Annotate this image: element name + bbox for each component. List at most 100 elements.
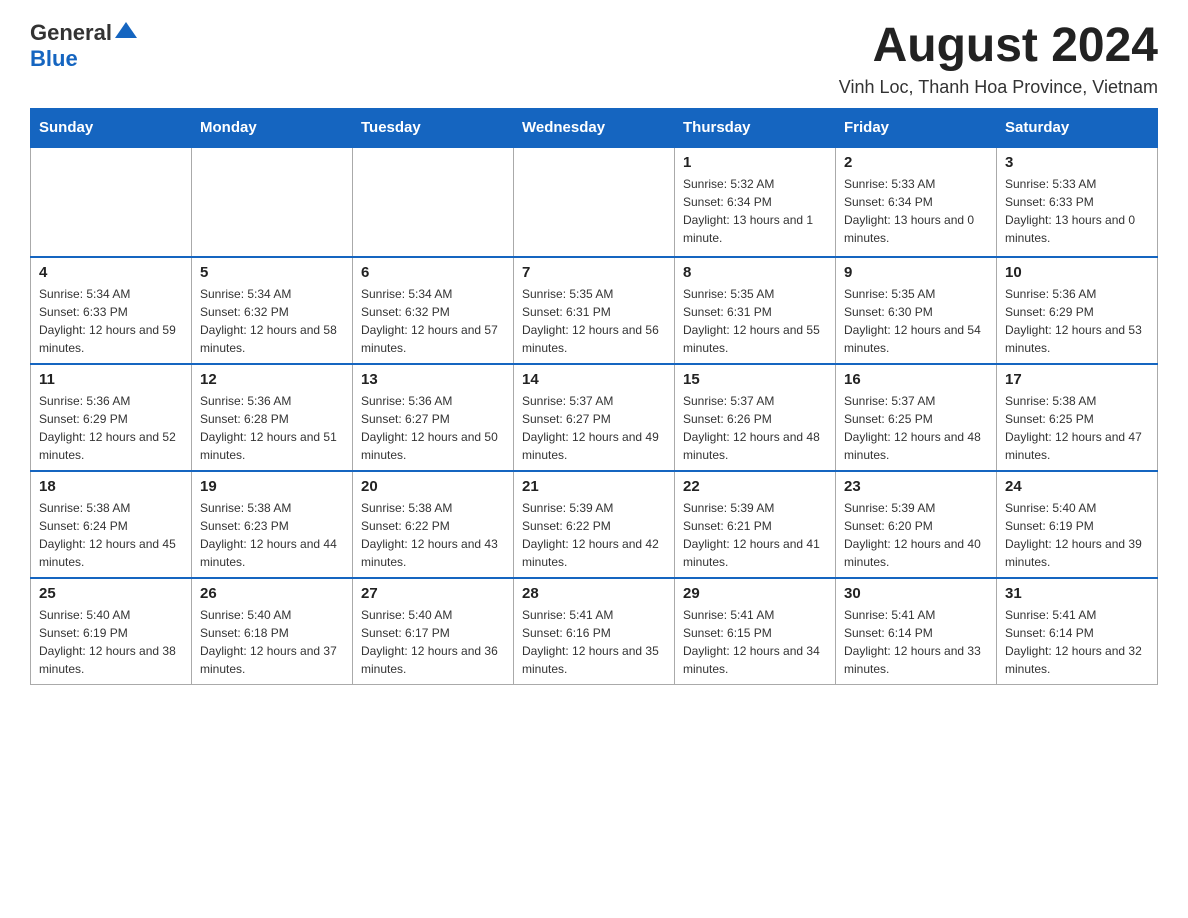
day-info: Sunrise: 5:36 AMSunset: 6:29 PMDaylight:… xyxy=(39,392,183,464)
calendar-week-row: 4 Sunrise: 5:34 AMSunset: 6:33 PMDaylight… xyxy=(31,257,1158,364)
day-info: Sunrise: 5:35 AMSunset: 6:31 PMDaylight:… xyxy=(683,285,827,357)
table-row xyxy=(31,147,192,257)
page-header: General Blue August 2024 Vinh Loc, Thanh… xyxy=(30,20,1158,98)
table-row: 18 Sunrise: 5:38 AMSunset: 6:24 PMDayligh… xyxy=(31,471,192,578)
logo-blue-text: Blue xyxy=(30,46,78,71)
day-info: Sunrise: 5:36 AMSunset: 6:28 PMDaylight:… xyxy=(200,392,344,464)
header-sunday: Sunday xyxy=(31,108,192,147)
table-row: 1Sunrise: 5:32 AMSunset: 6:34 PMDaylight… xyxy=(675,147,836,257)
day-number: 5 xyxy=(200,264,344,281)
header-saturday: Saturday xyxy=(997,108,1158,147)
day-number: 7 xyxy=(522,264,666,281)
header-monday: Monday xyxy=(192,108,353,147)
day-info: Sunrise: 5:40 AMSunset: 6:19 PMDaylight:… xyxy=(39,606,183,678)
day-number: 3 xyxy=(1005,154,1149,171)
table-row xyxy=(192,147,353,257)
day-info: Sunrise: 5:34 AMSunset: 6:32 PMDaylight:… xyxy=(361,285,505,357)
table-row: 24 Sunrise: 5:40 AMSunset: 6:19 PMDayligh… xyxy=(997,471,1158,578)
day-number: 30 xyxy=(844,585,988,602)
day-info: Sunrise: 5:33 AMSunset: 6:34 PMDaylight:… xyxy=(844,175,988,247)
title-section: August 2024 Vinh Loc, Thanh Hoa Province… xyxy=(839,20,1158,98)
table-row: 12 Sunrise: 5:36 AMSunset: 6:28 PMDayligh… xyxy=(192,364,353,471)
header-tuesday: Tuesday xyxy=(353,108,514,147)
table-row: 28 Sunrise: 5:41 AMSunset: 6:16 PMDayligh… xyxy=(514,578,675,685)
table-row: 31 Sunrise: 5:41 AMSunset: 6:14 PMDayligh… xyxy=(997,578,1158,685)
table-row: 15Sunrise: 5:37 AMSunset: 6:26 PMDayligh… xyxy=(675,364,836,471)
day-number: 18 xyxy=(39,478,183,495)
day-number: 12 xyxy=(200,371,344,388)
table-row: 11 Sunrise: 5:36 AMSunset: 6:29 PMDayligh… xyxy=(31,364,192,471)
day-info: Sunrise: 5:35 AMSunset: 6:31 PMDaylight:… xyxy=(522,285,666,357)
day-info: Sunrise: 5:36 AMSunset: 6:27 PMDaylight:… xyxy=(361,392,505,464)
table-row: 8 Sunrise: 5:35 AMSunset: 6:31 PMDaylight… xyxy=(675,257,836,364)
day-number: 24 xyxy=(1005,478,1149,495)
day-info: Sunrise: 5:32 AMSunset: 6:34 PMDaylight:… xyxy=(683,175,827,247)
table-row: 17Sunrise: 5:38 AMSunset: 6:25 PMDayligh… xyxy=(997,364,1158,471)
day-number: 20 xyxy=(361,478,505,495)
day-number: 28 xyxy=(522,585,666,602)
day-info: Sunrise: 5:37 AMSunset: 6:27 PMDaylight:… xyxy=(522,392,666,464)
day-info: Sunrise: 5:34 AMSunset: 6:32 PMDaylight:… xyxy=(200,285,344,357)
table-row: 9 Sunrise: 5:35 AMSunset: 6:30 PMDaylight… xyxy=(836,257,997,364)
table-row: 10 Sunrise: 5:36 AMSunset: 6:29 PMDayligh… xyxy=(997,257,1158,364)
table-row: 6Sunrise: 5:34 AMSunset: 6:32 PMDaylight… xyxy=(353,257,514,364)
day-number: 25 xyxy=(39,585,183,602)
day-number: 10 xyxy=(1005,264,1149,281)
table-row: 2 Sunrise: 5:33 AMSunset: 6:34 PMDaylight… xyxy=(836,147,997,257)
calendar-week-row: 11 Sunrise: 5:36 AMSunset: 6:29 PMDayligh… xyxy=(31,364,1158,471)
table-row: 22Sunrise: 5:39 AMSunset: 6:21 PMDayligh… xyxy=(675,471,836,578)
day-number: 29 xyxy=(683,585,827,602)
header-wednesday: Wednesday xyxy=(514,108,675,147)
day-info: Sunrise: 5:37 AMSunset: 6:26 PMDaylight:… xyxy=(683,392,827,464)
day-info: Sunrise: 5:39 AMSunset: 6:20 PMDaylight:… xyxy=(844,499,988,571)
calendar-table: Sunday Monday Tuesday Wednesday Thursday… xyxy=(30,108,1158,685)
day-info: Sunrise: 5:41 AMSunset: 6:16 PMDaylight:… xyxy=(522,606,666,678)
day-info: Sunrise: 5:39 AMSunset: 6:21 PMDaylight:… xyxy=(683,499,827,571)
day-info: Sunrise: 5:35 AMSunset: 6:30 PMDaylight:… xyxy=(844,285,988,357)
day-info: Sunrise: 5:36 AMSunset: 6:29 PMDaylight:… xyxy=(1005,285,1149,357)
day-info: Sunrise: 5:38 AMSunset: 6:23 PMDaylight:… xyxy=(200,499,344,571)
day-number: 31 xyxy=(1005,585,1149,602)
table-row: 23Sunrise: 5:39 AMSunset: 6:20 PMDayligh… xyxy=(836,471,997,578)
table-row: 29Sunrise: 5:41 AMSunset: 6:15 PMDayligh… xyxy=(675,578,836,685)
calendar-week-row: 25 Sunrise: 5:40 AMSunset: 6:19 PMDayligh… xyxy=(31,578,1158,685)
table-row: 19 Sunrise: 5:38 AMSunset: 6:23 PMDayligh… xyxy=(192,471,353,578)
day-number: 8 xyxy=(683,264,827,281)
day-number: 2 xyxy=(844,154,988,171)
day-number: 9 xyxy=(844,264,988,281)
table-row: 25 Sunrise: 5:40 AMSunset: 6:19 PMDayligh… xyxy=(31,578,192,685)
day-info: Sunrise: 5:41 AMSunset: 6:14 PMDaylight:… xyxy=(844,606,988,678)
table-row: 13Sunrise: 5:36 AMSunset: 6:27 PMDayligh… xyxy=(353,364,514,471)
table-row: 7 Sunrise: 5:35 AMSunset: 6:31 PMDaylight… xyxy=(514,257,675,364)
calendar-header-row: Sunday Monday Tuesday Wednesday Thursday… xyxy=(31,108,1158,147)
header-thursday: Thursday xyxy=(675,108,836,147)
day-info: Sunrise: 5:33 AMSunset: 6:33 PMDaylight:… xyxy=(1005,175,1149,247)
day-info: Sunrise: 5:41 AMSunset: 6:14 PMDaylight:… xyxy=(1005,606,1149,678)
day-number: 4 xyxy=(39,264,183,281)
day-info: Sunrise: 5:37 AMSunset: 6:25 PMDaylight:… xyxy=(844,392,988,464)
table-row: 21Sunrise: 5:39 AMSunset: 6:22 PMDayligh… xyxy=(514,471,675,578)
day-number: 11 xyxy=(39,371,183,388)
logo-general-text: General xyxy=(30,20,112,46)
day-info: Sunrise: 5:34 AMSunset: 6:33 PMDaylight:… xyxy=(39,285,183,357)
table-row: 4 Sunrise: 5:34 AMSunset: 6:33 PMDaylight… xyxy=(31,257,192,364)
day-number: 14 xyxy=(522,371,666,388)
day-info: Sunrise: 5:40 AMSunset: 6:18 PMDaylight:… xyxy=(200,606,344,678)
day-info: Sunrise: 5:38 AMSunset: 6:25 PMDaylight:… xyxy=(1005,392,1149,464)
day-info: Sunrise: 5:38 AMSunset: 6:22 PMDaylight:… xyxy=(361,499,505,571)
table-row xyxy=(353,147,514,257)
table-row: 26 Sunrise: 5:40 AMSunset: 6:18 PMDayligh… xyxy=(192,578,353,685)
day-number: 19 xyxy=(200,478,344,495)
day-number: 16 xyxy=(844,371,988,388)
table-row: 14 Sunrise: 5:37 AMSunset: 6:27 PMDayligh… xyxy=(514,364,675,471)
table-row: 20 Sunrise: 5:38 AMSunset: 6:22 PMDayligh… xyxy=(353,471,514,578)
logo: General Blue xyxy=(30,20,137,72)
location-subtitle: Vinh Loc, Thanh Hoa Province, Vietnam xyxy=(839,77,1158,98)
day-number: 26 xyxy=(200,585,344,602)
day-number: 21 xyxy=(522,478,666,495)
table-row: 5 Sunrise: 5:34 AMSunset: 6:32 PMDaylight… xyxy=(192,257,353,364)
day-number: 27 xyxy=(361,585,505,602)
day-info: Sunrise: 5:38 AMSunset: 6:24 PMDaylight:… xyxy=(39,499,183,571)
day-info: Sunrise: 5:40 AMSunset: 6:19 PMDaylight:… xyxy=(1005,499,1149,571)
calendar-week-row: 18 Sunrise: 5:38 AMSunset: 6:24 PMDayligh… xyxy=(31,471,1158,578)
